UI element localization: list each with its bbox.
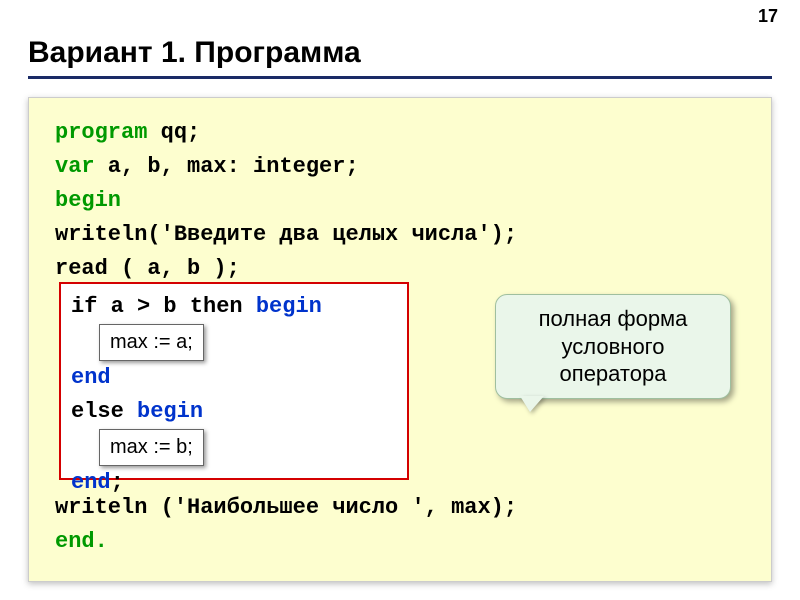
code-text: a, b, max: integer; (95, 154, 359, 179)
code-text: ; (111, 470, 124, 495)
keyword-end-inner: end (71, 365, 111, 390)
slide-title: Вариант 1. Программа (28, 36, 772, 70)
code-text: else (71, 399, 137, 424)
callout-text: полная форма условного оператора (539, 306, 688, 386)
title-divider (28, 76, 772, 79)
highlight-box: if a > b then begin max := a; end else b… (59, 282, 409, 480)
code-text: qq; (147, 120, 200, 145)
code-line: else begin (71, 395, 397, 429)
callout-bubble: полная форма условного оператора (495, 294, 731, 399)
code-line: max := b; (71, 429, 397, 466)
code-text: if a > b then (71, 294, 256, 319)
callout-tail-icon (520, 396, 544, 412)
code-line: writeln('Введите два целых числа'); (55, 218, 745, 252)
code-line: end; (71, 466, 397, 500)
assignment-chip: max := a; (99, 324, 204, 361)
slide-root: 17 Вариант 1. Программа program qq; var … (0, 0, 800, 600)
page-number: 17 (758, 6, 778, 27)
keyword-begin: begin (55, 188, 121, 213)
code-block: program qq; var a, b, max: integer; begi… (28, 97, 772, 582)
code-line: begin (55, 184, 745, 218)
code-line: max := a; (71, 324, 397, 361)
keyword-begin-inner: begin (137, 399, 203, 424)
code-line: if a > b then begin (71, 290, 397, 324)
keyword-end: end. (55, 529, 108, 554)
keyword-program: program (55, 120, 147, 145)
code-line: end (71, 361, 397, 395)
code-line: end. (55, 525, 745, 559)
code-line: var a, b, max: integer; (55, 150, 745, 184)
keyword-var: var (55, 154, 95, 179)
assignment-chip: max := b; (99, 429, 204, 466)
keyword-begin-inner: begin (256, 294, 322, 319)
code-line: program qq; (55, 116, 745, 150)
keyword-end-inner: end (71, 470, 111, 495)
